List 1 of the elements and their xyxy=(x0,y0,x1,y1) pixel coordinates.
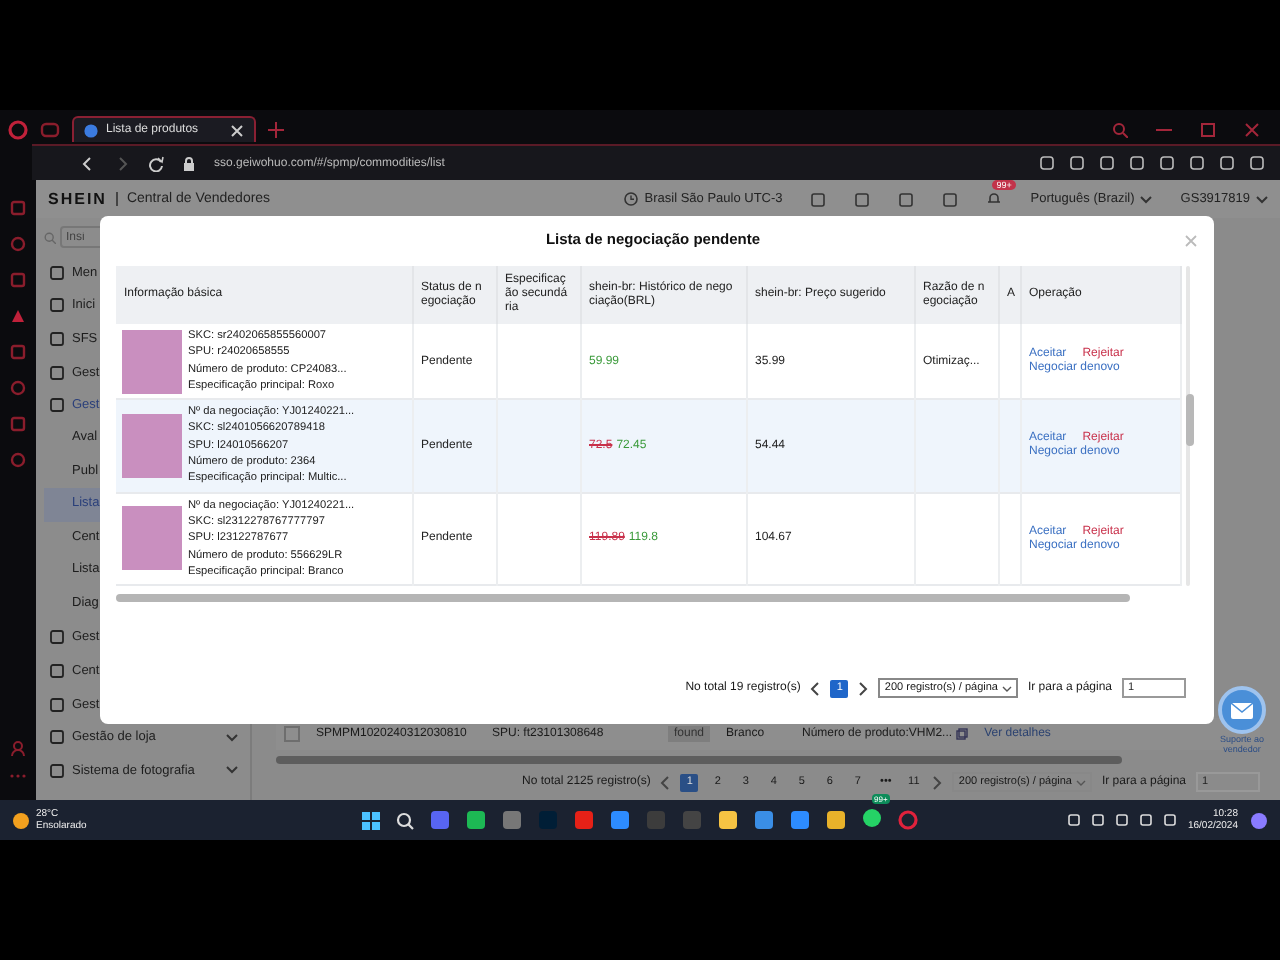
logo: SHEIN xyxy=(48,190,107,208)
